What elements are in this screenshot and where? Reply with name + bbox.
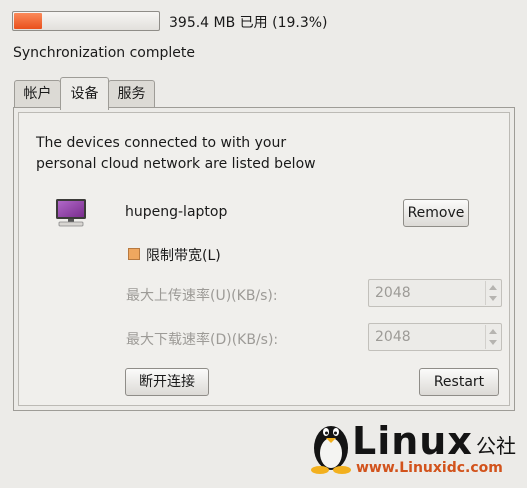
max-download-value: 2048	[375, 329, 411, 345]
max-download-label: 最大下载速率(D)(KB/s):	[126, 332, 279, 348]
max-upload-value: 2048	[375, 285, 411, 301]
tab-services[interactable]: 服务	[108, 80, 155, 108]
max-upload-label: 最大上传速率(U)(KB/s):	[126, 288, 278, 304]
sync-status-text: Synchronization complete	[13, 45, 195, 61]
disconnect-button-label: 断开连接	[139, 374, 195, 390]
increment-icon[interactable]	[489, 285, 497, 290]
decrement-icon[interactable]	[489, 340, 497, 345]
devices-description-line-2: personal cloud network are listed below	[36, 156, 316, 172]
remove-device-button[interactable]: Remove	[403, 199, 469, 227]
penguin-logo-icon	[311, 426, 351, 474]
device-name: hupeng-laptop	[125, 204, 228, 220]
tab-account[interactable]: 帐户	[14, 80, 61, 108]
max-upload-spinner[interactable]: 2048	[368, 279, 502, 307]
watermark-url: www.Linuxidc.com	[356, 460, 503, 476]
max-download-spinner[interactable]: 2048	[368, 323, 502, 351]
restart-button-label: Restart	[433, 374, 485, 390]
decrement-icon[interactable]	[489, 296, 497, 301]
tab-devices-label: 设备	[70, 86, 99, 102]
devices-description: The devices connected to with your perso…	[36, 133, 316, 175]
storage-quota-bar	[12, 11, 160, 31]
tab-devices[interactable]: 设备	[60, 77, 109, 110]
watermark-suffix: 公社	[476, 434, 516, 458]
monitor-icon	[56, 199, 86, 227]
remove-device-button-label: Remove	[407, 205, 465, 221]
increment-icon[interactable]	[489, 329, 497, 334]
restart-button[interactable]: Restart	[419, 368, 499, 396]
devices-description-line-1: The devices connected to with your	[36, 135, 287, 151]
max-download-stepper[interactable]	[485, 325, 500, 349]
disconnect-button[interactable]: 断开连接	[125, 368, 209, 396]
limit-bandwidth-checkbox[interactable]	[128, 248, 140, 260]
storage-quota-text: 395.4 MB 已用 (19.3%)	[169, 15, 328, 31]
limit-bandwidth-label[interactable]: 限制带宽(L)	[146, 245, 221, 265]
storage-quota-fill	[14, 13, 42, 29]
max-upload-stepper[interactable]	[485, 281, 500, 305]
watermark-brand: Linux	[352, 419, 473, 463]
tab-account-label: 帐户	[23, 86, 52, 102]
tab-services-label: 服务	[117, 86, 146, 102]
